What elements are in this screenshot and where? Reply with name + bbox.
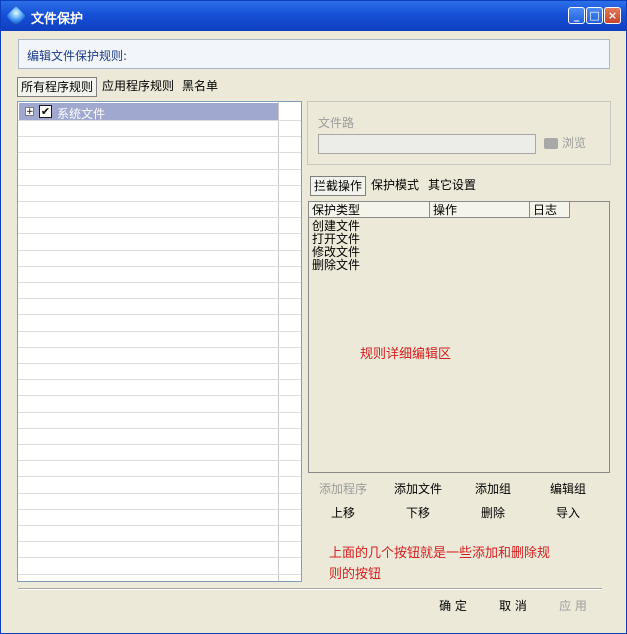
tree-grid-line: [18, 493, 301, 494]
tree-grid-line: [18, 509, 301, 510]
list-item[interactable]: 删除文件: [312, 259, 360, 272]
tree-grid-line: [18, 185, 301, 186]
apply-button[interactable]: 应 用: [543, 597, 603, 614]
dialog-body: 编辑文件保护规则: 所有程序规则 应用程序规则 黑名单 + ✔ 系统文件 文件路…: [5, 31, 622, 629]
tree-grid-line: [18, 152, 301, 153]
minimize-button[interactable]: _: [568, 7, 585, 24]
file-path-label: 文件路: [318, 116, 355, 130]
cancel-button[interactable]: 取 消: [483, 597, 543, 614]
tree-grid-line: [18, 574, 301, 575]
move-down-button[interactable]: 下移: [388, 504, 448, 521]
maximize-button[interactable]: □: [586, 7, 603, 24]
add-program-button[interactable]: 添加程序: [313, 480, 373, 497]
window-title: 文件保护: [31, 12, 84, 27]
rule-tree[interactable]: + ✔ 系统文件: [17, 101, 302, 582]
tab-blacklist[interactable]: 黑名单: [179, 77, 221, 95]
tree-grid-line: [18, 169, 301, 170]
tree-grid-line: [18, 250, 301, 251]
tab-intercept[interactable]: 拦截操作: [310, 176, 367, 196]
tree-grid-line: [18, 347, 301, 348]
close-button[interactable]: ×: [604, 7, 621, 24]
tab-all-rules[interactable]: 所有程序规则: [17, 77, 98, 97]
file-protection-window: 文件保护 _ □ × 编辑文件保护规则: 所有程序规则 应用程序规则 黑名单 +…: [0, 0, 627, 634]
edit-area-annotation: 规则详细编辑区: [360, 347, 452, 362]
tree-grid-line: [18, 136, 301, 137]
intercept-list[interactable]: 保护类型 操作 日志 创建文件 打开文件 修改文件 删除文件 规则详细编辑区: [308, 201, 610, 473]
tree-grid-line: [18, 331, 301, 332]
rule-header-label: 编辑文件保护规则:: [27, 49, 128, 63]
add-group-button[interactable]: 添加组: [463, 480, 523, 497]
tree-grid-line: [18, 525, 301, 526]
tab-protect-mode[interactable]: 保护模式: [368, 176, 422, 194]
tree-grid-line: [18, 298, 301, 299]
folder-icon: [544, 138, 558, 149]
delete-button[interactable]: 删除: [463, 504, 523, 521]
tree-grid-line: [18, 412, 301, 413]
browse-label: 浏览: [562, 136, 587, 150]
expand-icon[interactable]: +: [25, 107, 34, 117]
tree-grid-line: [18, 201, 301, 202]
tree-grid-line: [18, 217, 301, 218]
add-file-button[interactable]: 添加文件: [388, 480, 448, 497]
tree-grid-line: [18, 379, 301, 380]
tree-grid-line: [18, 395, 301, 396]
title-bar[interactable]: 文件保护 _ □ ×: [1, 1, 626, 31]
tree-grid-line: [18, 476, 301, 477]
buttons-note-line2: 则的按钮: [329, 567, 382, 582]
tree-grid-line: [18, 541, 301, 542]
file-path-input[interactable]: [318, 134, 536, 154]
bottom-divider: [18, 588, 602, 590]
tree-grid-line: [18, 557, 301, 558]
rule-header-box: 编辑文件保护规则:: [18, 39, 610, 69]
ok-button[interactable]: 确 定: [423, 597, 483, 614]
tree-grid-line: [18, 282, 301, 283]
tree-grid-line: [18, 428, 301, 429]
app-icon: [6, 6, 26, 26]
tree-grid-line: [18, 266, 301, 267]
tree-grid-line: [18, 460, 301, 461]
edit-group-button[interactable]: 编辑组: [538, 480, 598, 497]
move-up-button[interactable]: 上移: [313, 504, 373, 521]
col-protect-type[interactable]: 保护类型: [309, 202, 430, 218]
tab-app-rules[interactable]: 应用程序规则: [99, 77, 177, 95]
import-button[interactable]: 导入: [538, 504, 598, 521]
tab-other-settings[interactable]: 其它设置: [425, 176, 479, 194]
tree-grid-line: [18, 363, 301, 364]
tree-item-system-files[interactable]: + ✔ 系统文件: [19, 103, 278, 121]
item-checkbox[interactable]: ✔: [39, 105, 52, 118]
tree-grid-line: [18, 120, 301, 121]
browse-button[interactable]: 浏览: [544, 134, 586, 151]
col-operation[interactable]: 操作: [430, 202, 530, 218]
file-path-group: 文件路 浏览: [307, 101, 611, 165]
tree-grid-line: [18, 314, 301, 315]
col-log[interactable]: 日志: [530, 202, 570, 218]
buttons-note-line1: 上面的几个按钮就是一些添加和删除规: [329, 546, 551, 561]
tree-grid-line: [18, 233, 301, 234]
tree-grid-line: [18, 444, 301, 445]
